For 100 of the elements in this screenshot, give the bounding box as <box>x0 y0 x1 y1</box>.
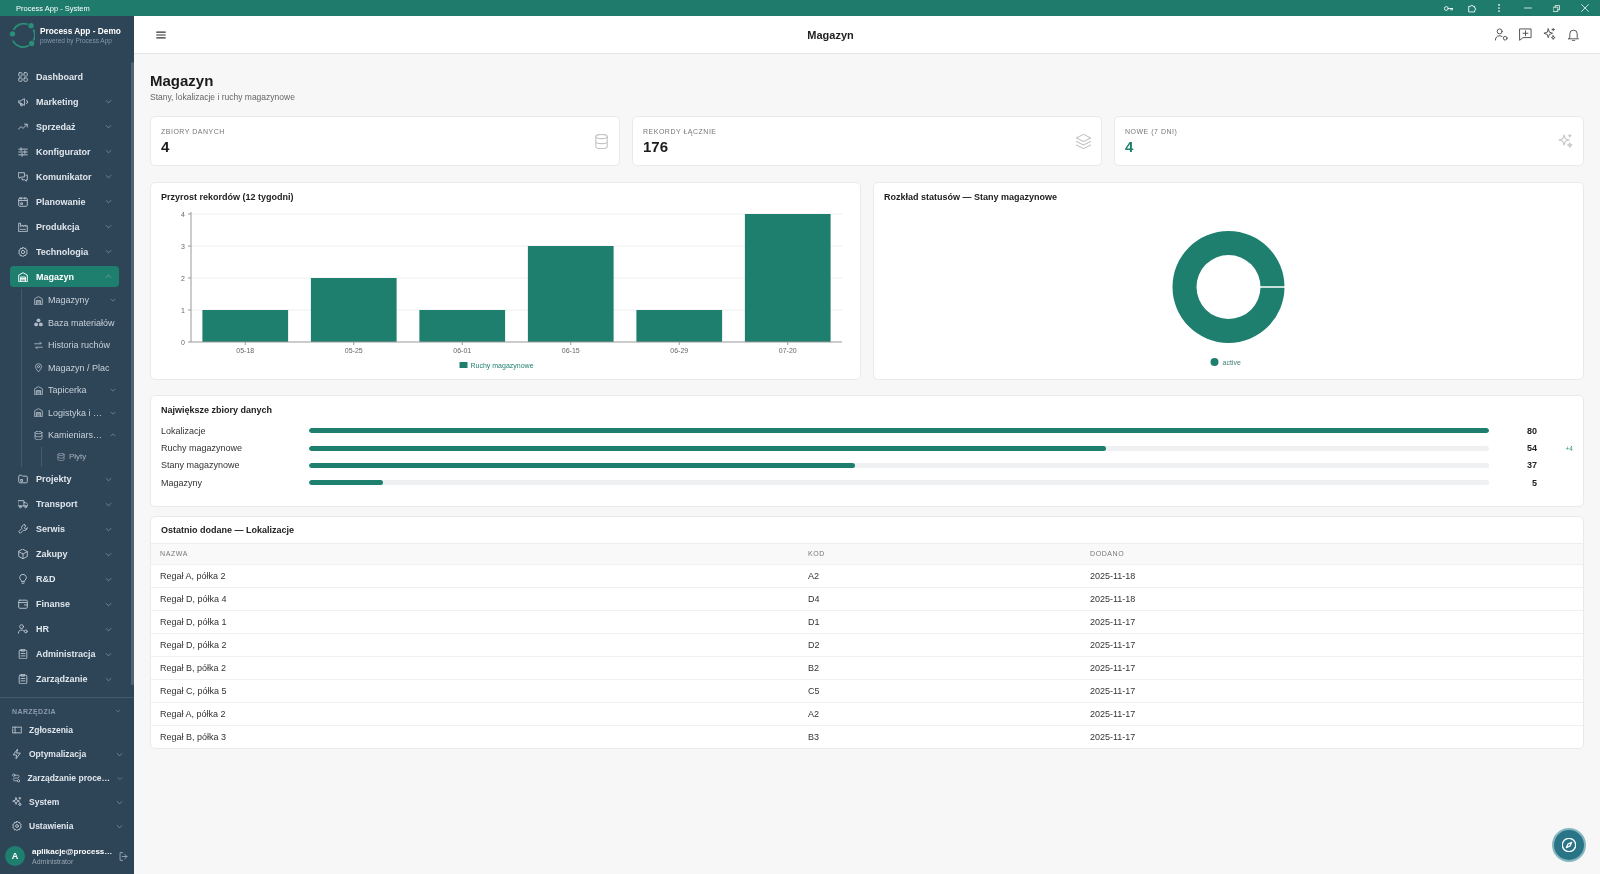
sparkles-icon[interactable] <box>1543 28 1556 41</box>
sidebar-item[interactable]: Magazyn <box>10 266 119 287</box>
location-code: A2 <box>808 708 820 719</box>
sidebar-item[interactable]: R&D <box>10 568 119 590</box>
notifications-icon[interactable] <box>1567 28 1580 41</box>
sidebar-item[interactable]: Finanse <box>10 593 119 615</box>
sidebar-subitem[interactable]: Historia ruchów <box>34 334 119 357</box>
dataset-count: 80 <box>1526 425 1537 436</box>
dataset-label: Stany magazynowe <box>161 460 241 471</box>
location-name: Regał D, półka 2 <box>160 639 228 650</box>
clipboard-icon <box>18 674 28 684</box>
circles-icon <box>34 318 43 328</box>
sparkles-icon <box>1558 133 1573 149</box>
dataset-label: Lokalizacje <box>161 425 207 436</box>
sidebar-subitem[interactable]: Magazyny <box>34 289 119 312</box>
date-added: 2025-11-17 <box>1090 662 1137 673</box>
user-avatar: A <box>5 846 25 866</box>
warehouse-icon <box>34 295 43 305</box>
sidebar-subitem[interactable]: Logistyka i … <box>34 401 119 424</box>
sidebar-item[interactable]: Zgłoszenia <box>0 718 134 742</box>
location-code: D4 <box>808 593 821 604</box>
database-icon <box>34 430 43 440</box>
sparkles-icon <box>12 797 22 807</box>
sidebar-subitem[interactable]: Kamieniars… <box>34 424 119 447</box>
warehouse-icon <box>34 385 43 395</box>
more-icon[interactable] <box>1495 4 1503 12</box>
sidebar-item[interactable]: Konfigurator <box>10 141 119 162</box>
sidebar-subitem[interactable]: Płyty <box>57 446 119 467</box>
sidebar-item[interactable]: System <box>0 790 134 814</box>
swap-arrows-icon <box>34 340 43 350</box>
sidebar-item[interactable]: Projekty <box>10 468 119 490</box>
sidebar-item[interactable]: Zakupy <box>10 543 119 565</box>
sliders-icon <box>18 146 28 157</box>
location-code: D1 <box>808 616 821 627</box>
person-icon[interactable] <box>1495 28 1508 41</box>
ticket-icon <box>12 725 22 735</box>
trend-up-icon <box>18 121 28 132</box>
sidebar-subitem[interactable]: Tapicerka <box>34 379 119 402</box>
sidebar-item[interactable]: Marketing <box>10 91 119 112</box>
location-name: Regał B, półka 2 <box>160 662 228 673</box>
card-title: Ostatnio dodane — Lokalizacje <box>151 516 1583 544</box>
location-code: A2 <box>808 570 820 581</box>
dataset-count: 54 <box>1526 443 1537 454</box>
sidebar-item[interactable]: Administracja <box>10 643 119 665</box>
dataset-label: Ruchy magazynowe <box>161 443 244 454</box>
message-plus-icon[interactable] <box>1519 28 1532 41</box>
menu-icon[interactable] <box>156 29 166 40</box>
key-icon[interactable] <box>1443 3 1453 13</box>
location-name: Regał A, półka 2 <box>160 570 227 581</box>
date-added: 2025-11-18 <box>1090 570 1137 581</box>
sidebar-item[interactable]: Dashboard <box>10 66 119 87</box>
warehouse-icon <box>18 271 28 282</box>
restore-icon[interactable] <box>1552 4 1560 12</box>
location-code: D2 <box>808 639 821 650</box>
sidebar-item[interactable]: Zarządzanie <box>10 668 119 690</box>
stat-value: 4 <box>1125 137 1135 156</box>
legend-dot-icon <box>1210 358 1219 366</box>
card-title: Największe zbiory danych <box>161 404 274 416</box>
sidebar-subitem[interactable]: Magazyn / Plac <box>34 356 119 379</box>
date-added: 2025-11-18 <box>1090 593 1137 604</box>
sidebar-item[interactable]: Transport <box>10 493 119 515</box>
page-subtitle: Stany, lokalizacje i ruchy magazynowe <box>150 91 296 103</box>
chart-title: Przyrost rekordów (12 tygodni) <box>161 191 295 203</box>
sidebar-item[interactable]: Technologia <box>10 241 119 262</box>
sidebar-item[interactable]: Komunikator <box>10 166 119 187</box>
page-title: Magazyn <box>150 72 215 90</box>
megaphone-icon <box>18 96 28 107</box>
location-code: B2 <box>808 662 820 673</box>
sidebar-item[interactable]: Ustawienia <box>0 814 134 838</box>
sidebar-item[interactable]: Planowanie <box>10 191 119 212</box>
wrench-icon <box>18 524 28 534</box>
lightning-icon <box>12 749 22 759</box>
sidebar-item[interactable]: Serwis <box>10 518 119 540</box>
truck-icon <box>18 499 28 509</box>
puzzle-icon[interactable] <box>1467 3 1477 13</box>
sidebar-item[interactable]: Optymalizacja <box>0 742 134 766</box>
logout-icon[interactable] <box>119 851 128 861</box>
sidebar-subitem[interactable]: Baza materiałów <box>34 311 119 334</box>
close-icon[interactable] <box>1581 4 1589 12</box>
layers-icon <box>1076 133 1091 149</box>
location-name: Regał A, półka 2 <box>160 708 227 719</box>
location-pin-icon <box>34 363 43 373</box>
sidebar-item[interactable]: Produkcja <box>10 216 119 237</box>
sidebar-item[interactable]: Sprzedaż <box>10 116 119 137</box>
gear-icon <box>18 246 28 257</box>
location-name: Regał C, półka 5 <box>160 685 228 696</box>
calendar-icon <box>18 196 28 207</box>
person-icon <box>18 624 28 634</box>
location-name: Regał D, półka 4 <box>160 593 228 604</box>
sidebar-item[interactable]: Zarządzanie proce… <box>0 766 134 790</box>
page-header-title: Magazyn <box>806 28 855 41</box>
scrollbar-thumb[interactable] <box>131 62 134 685</box>
sidebar-item[interactable]: HR <box>10 618 119 640</box>
dataset-count: 37 <box>1526 460 1537 471</box>
brand-name: Process App - Demo <box>40 26 121 36</box>
stat-value: 176 <box>643 137 670 156</box>
location-code: B3 <box>808 731 820 742</box>
chart-title: Rozkład statusów — Stany magazynowe <box>884 191 1059 203</box>
date-added: 2025-11-17 <box>1090 685 1137 696</box>
dataset-count: 5 <box>1531 477 1537 488</box>
